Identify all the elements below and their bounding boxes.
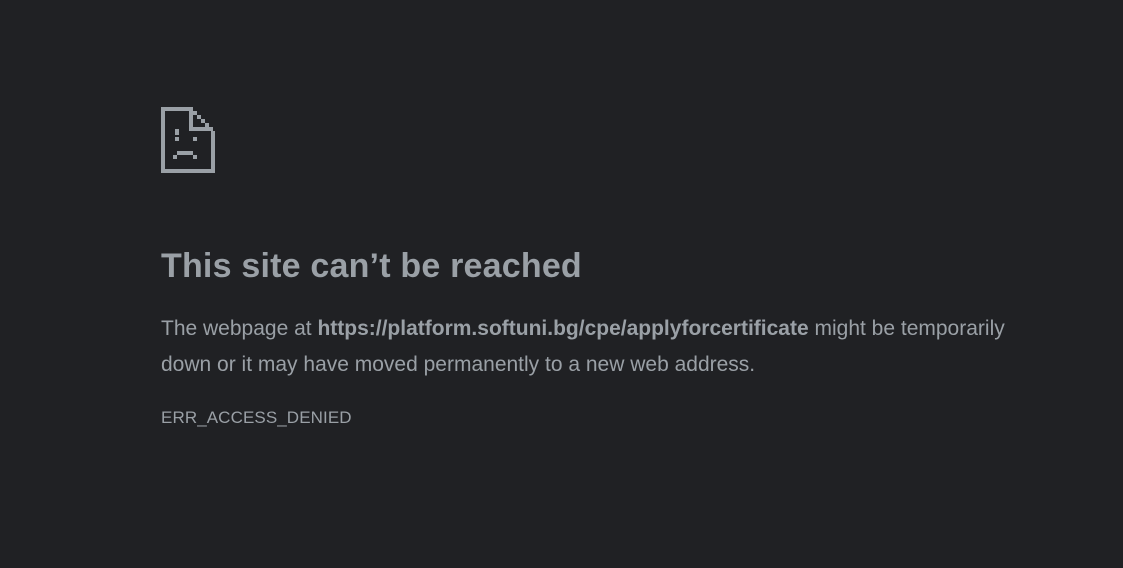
error-page: This site can’t be reached The webpage a… <box>0 0 1123 568</box>
message-prefix: The webpage at <box>161 317 318 340</box>
sad-document-icon <box>161 107 217 173</box>
page-title: This site can’t be reached <box>161 247 582 285</box>
error-message: The webpage at https://platform.softuni.… <box>161 311 1021 383</box>
error-code: ERR_ACCESS_DENIED <box>161 408 352 427</box>
error-url: https://platform.softuni.bg/cpe/applyfor… <box>317 317 809 340</box>
